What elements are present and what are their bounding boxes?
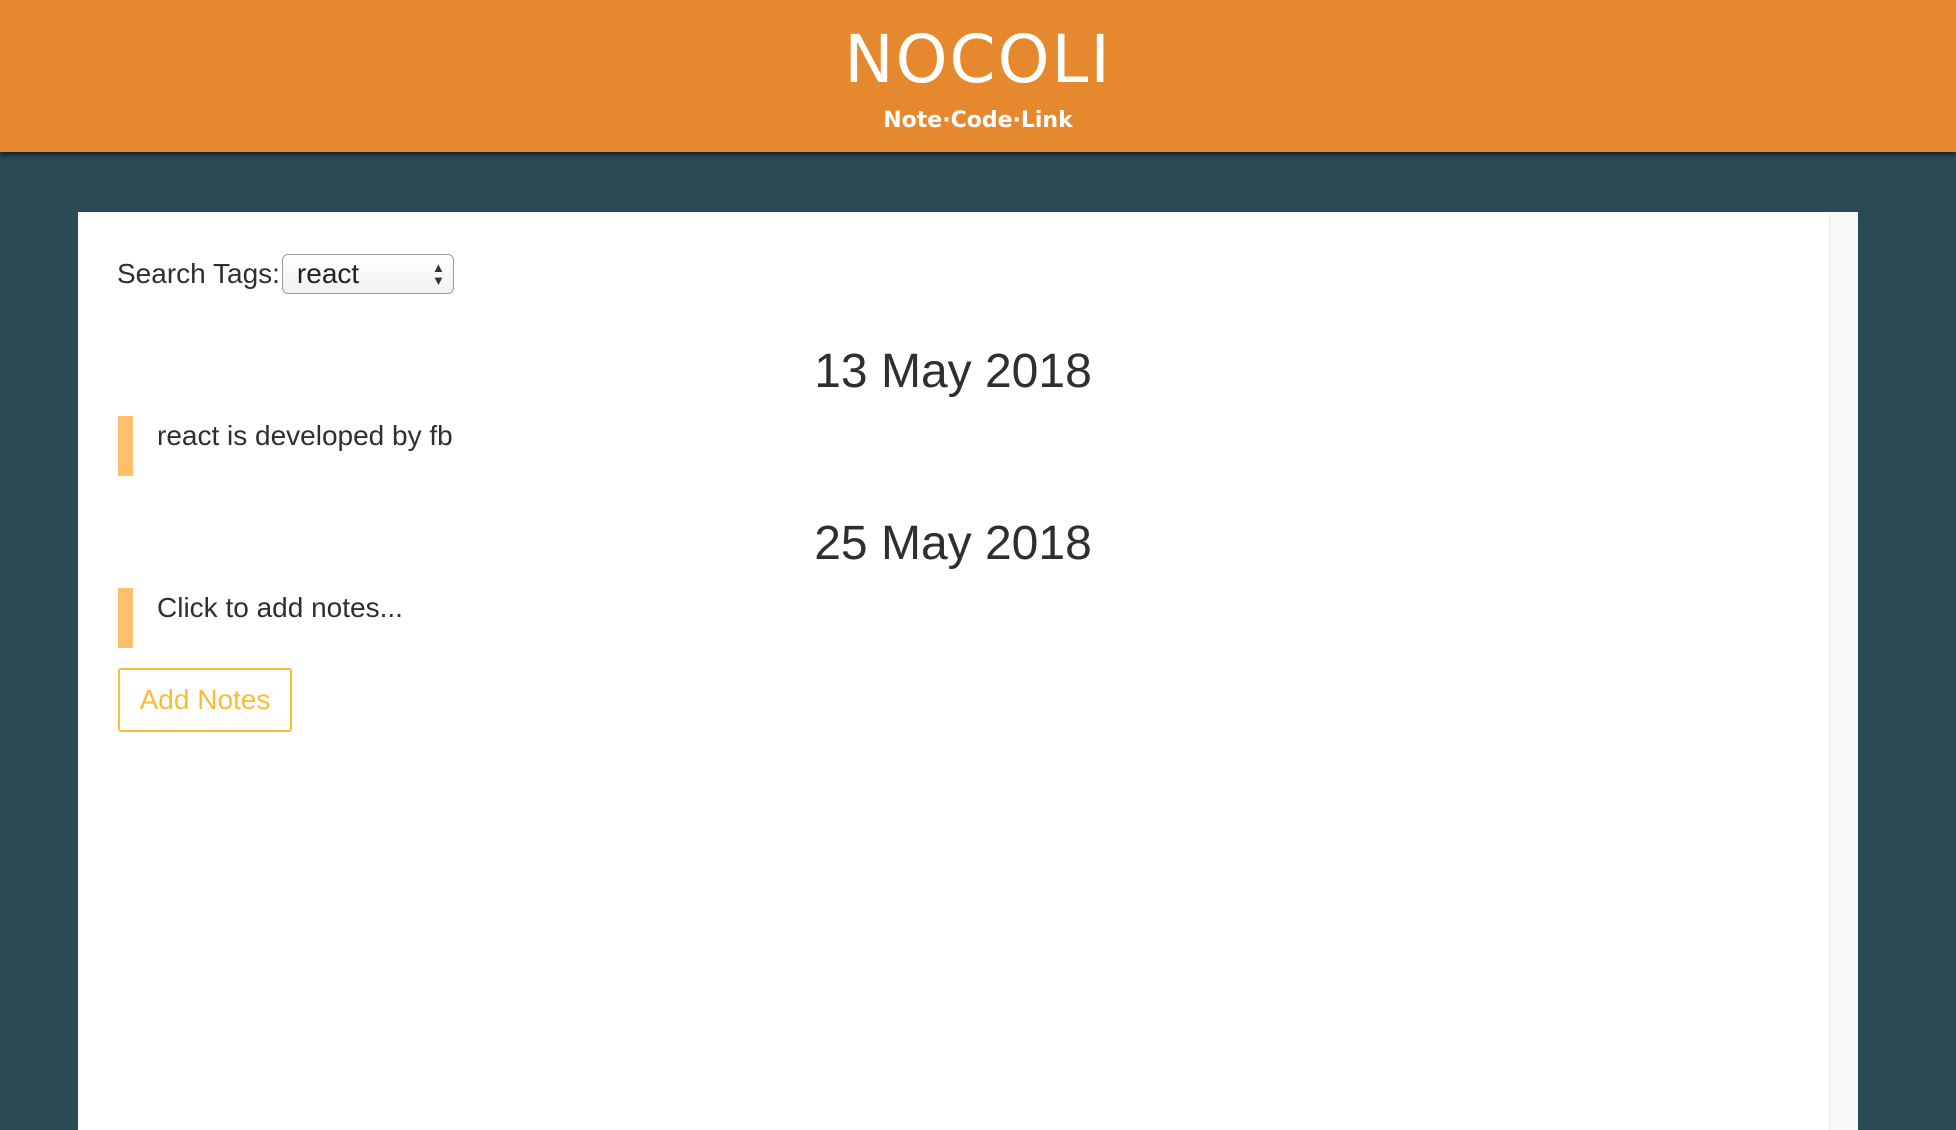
note-placeholder-text: Click to add notes... (157, 592, 403, 623)
note-item-empty[interactable]: Click to add notes... (118, 588, 818, 648)
date-heading: 13 May 2018 (814, 345, 1092, 398)
tag-select-value: react (296, 258, 360, 289)
note-accent-bar (118, 588, 133, 648)
note-text: react is developed by fb (157, 420, 453, 451)
date-heading: 25 May 2018 (814, 517, 1092, 570)
tag-select-dropdown[interactable]: react ▲ ▼ (281, 254, 454, 294)
scrollbar-track[interactable] (1829, 212, 1858, 1130)
notes-panel: Search Tags: react ▲ ▼ 13 May 2018 react … (78, 212, 1858, 1130)
select-arrows-icon: ▲ ▼ (432, 260, 445, 288)
app-title: NOCOLI (844, 21, 1112, 98)
note-item[interactable]: react is developed by fb (118, 416, 818, 476)
search-tags-label: Search Tags: (117, 258, 280, 289)
note-accent-bar (118, 416, 133, 476)
search-tags-row: Search Tags: react ▲ ▼ (117, 252, 454, 296)
app-subtitle: Note·Code·Link (883, 108, 1073, 133)
app-header: NOCOLI Note·Code·Link (0, 0, 1956, 152)
add-notes-button[interactable]: Add Notes (118, 668, 292, 732)
